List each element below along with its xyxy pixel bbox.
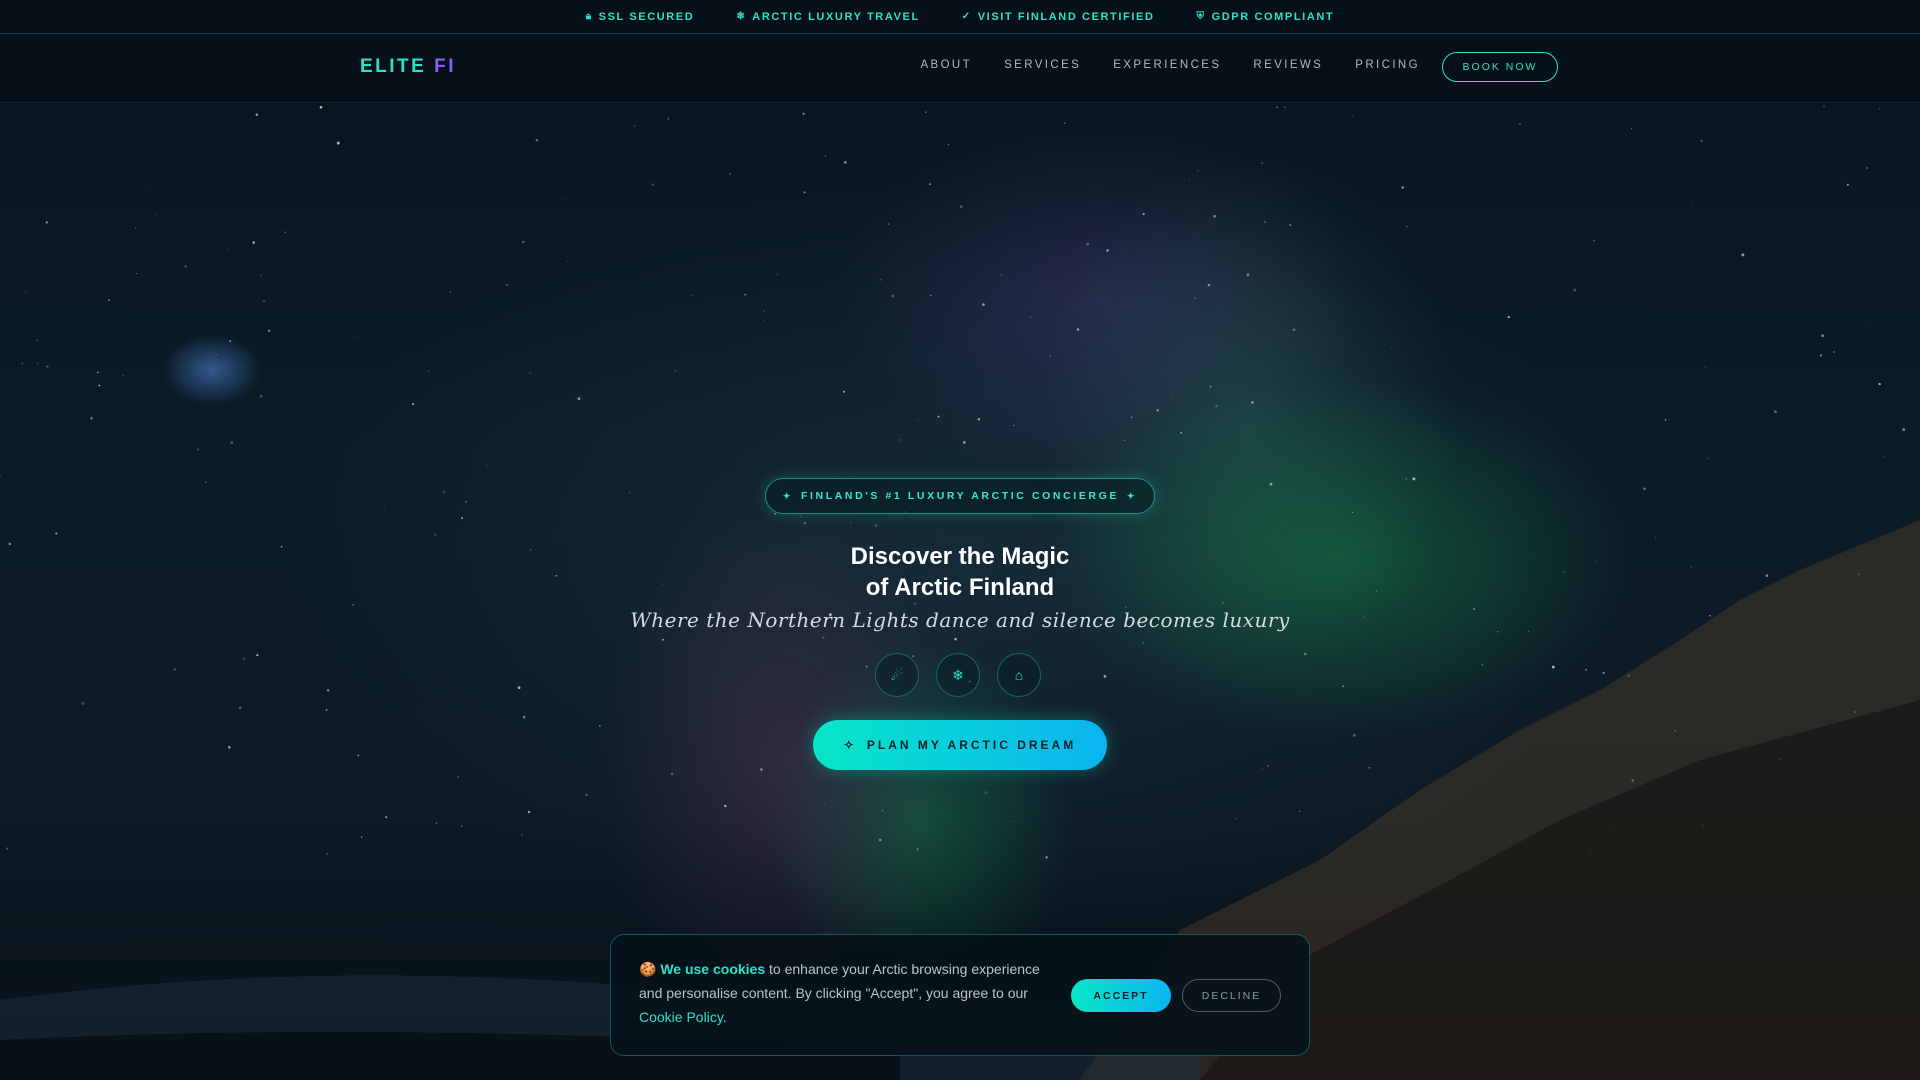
- trust-item-arctic: ❄︎ ARCTIC LUXURY TRAVEL: [736, 11, 919, 23]
- plan-arctic-dream-button[interactable]: ✧ PLAN MY ARCTIC DREAM: [813, 720, 1107, 770]
- hero-title-line-1: Discover the Magic: [850, 543, 1070, 570]
- cookie-message: 🍪 We use cookies to enhance your Arctic …: [639, 957, 1059, 1029]
- trust-item-certified: ✓ VISIT FINLAND CERTIFIED: [962, 11, 1155, 23]
- cookie-policy-link[interactable]: Cookie Policy: [639, 1009, 723, 1025]
- cookie-emoji: 🍪: [639, 961, 657, 977]
- badge-label: FINLAND'S #1 LUXURY ARCTIC CONCIERGE: [801, 490, 1119, 502]
- compass-icon: ✧: [843, 738, 857, 752]
- nav-link-experiences[interactable]: EXPERIENCES: [1113, 59, 1221, 71]
- book-now-button[interactable]: BOOK NOW: [1442, 52, 1558, 82]
- hero-badge: ✦ FINLAND'S #1 LUXURY ARCTIC CONCIERGE ✦: [765, 478, 1155, 514]
- trust-item-gdpr: ⛨ GDPR COMPLIANT: [1197, 11, 1335, 23]
- star-icon: ✦: [1126, 490, 1138, 501]
- logo[interactable]: ELITE FI: [360, 56, 456, 78]
- hero-subtitle: Where the Northern Lights dance and sile…: [630, 608, 1290, 632]
- cookie-end: .: [722, 1009, 727, 1025]
- trust-item-label: VISIT FINLAND CERTIFIED: [977, 10, 1155, 23]
- aurora-icon[interactable]: ☄: [875, 653, 919, 697]
- trust-bar: 🔒︎ SSL SECURED ❄︎ ARCTIC LUXURY TRAVEL ✓…: [0, 0, 1920, 34]
- nav-link-pricing[interactable]: PRICING: [1355, 59, 1420, 71]
- trust-item-ssl: 🔒︎ SSL SECURED: [586, 11, 695, 23]
- trust-item-label: ARCTIC LUXURY TRAVEL: [752, 10, 920, 23]
- nav-link-services[interactable]: SERVICES: [1004, 59, 1081, 71]
- star-icon: ✦: [782, 490, 793, 501]
- hero-title: Discover the Magic of Arctic Finland: [0, 541, 1920, 603]
- cookie-banner: 🍪 We use cookies to enhance your Arctic …: [610, 934, 1310, 1056]
- lock-icon: 🔒︎: [585, 11, 593, 22]
- cta-label: PLAN MY ARCTIC DREAM: [866, 738, 1077, 752]
- main-nav: ELITE FI ABOUT SERVICES EXPERIENCES REVI…: [0, 34, 1920, 103]
- hero-title-line-2: of Arctic Finland: [865, 574, 1055, 601]
- certificate-icon: ✓: [961, 11, 972, 22]
- logo-text: ELITE: [360, 56, 435, 77]
- trust-item-label: GDPR COMPLIANT: [1211, 10, 1335, 23]
- logo-accent: FI: [434, 56, 457, 77]
- feature-icons: ☄ ❄︎ ⌂: [875, 653, 1041, 697]
- cabin-icon[interactable]: ⌂: [997, 653, 1041, 697]
- trust-item-label: SSL SECURED: [598, 10, 695, 23]
- decline-cookies-button[interactable]: DECLINE: [1182, 979, 1281, 1012]
- nav-link-reviews[interactable]: REVIEWS: [1253, 59, 1323, 71]
- accept-cookies-button[interactable]: ACCEPT: [1071, 979, 1171, 1012]
- sleigh-icon[interactable]: ❄︎: [936, 653, 980, 697]
- nav-links: ABOUT SERVICES EXPERIENCES REVIEWS PRICI…: [920, 59, 1420, 71]
- nav-link-about[interactable]: ABOUT: [920, 59, 972, 71]
- cookie-heading: We use cookies: [660, 961, 766, 977]
- snowflake-icon: ❄︎: [736, 11, 747, 22]
- shield-icon: ⛨: [1196, 11, 1206, 22]
